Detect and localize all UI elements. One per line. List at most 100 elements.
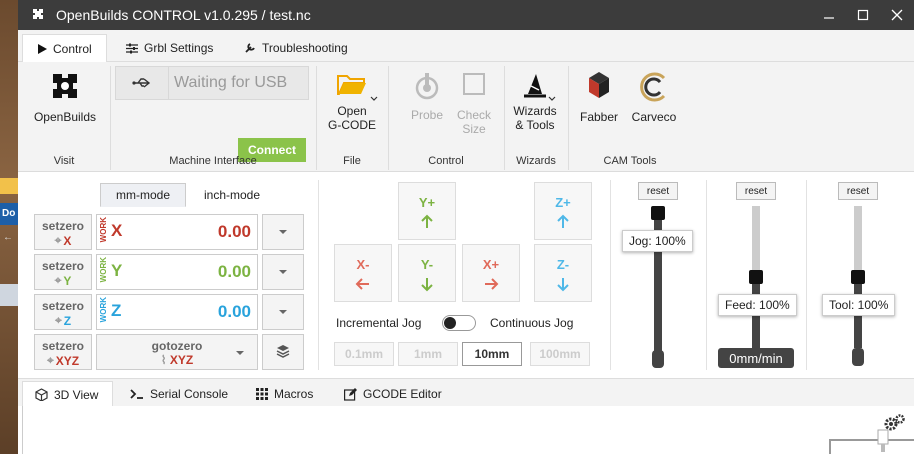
grid-icon xyxy=(256,388,268,400)
feed-rate-readout: 0mm/min xyxy=(718,348,794,368)
jog-x-minus-label: X- xyxy=(356,257,370,272)
carveco-button[interactable]: Carveco xyxy=(626,70,682,124)
tab-mm-mode[interactable]: mm-mode xyxy=(100,183,186,207)
jog-z-minus-label: Z- xyxy=(556,257,570,272)
jog-x-plus-button[interactable]: X+ xyxy=(462,244,520,302)
tab-inch-mode[interactable]: inch-mode xyxy=(190,183,274,207)
control-panel: mm-mode inch-mode setzero ⌖ X WORK X 0.00… xyxy=(18,172,914,378)
jog-y-plus-label: Y+ xyxy=(418,195,436,210)
tab-gcode-editor-label: GCODE Editor xyxy=(363,387,442,401)
openbuilds-logo-icon xyxy=(33,9,43,19)
ribbon-tab-bar: Control Grbl Settings Troubleshooting xyxy=(18,30,914,62)
x-options-dropdown[interactable] xyxy=(262,214,304,250)
slider-thumb[interactable] xyxy=(651,206,665,220)
app-window: OpenBuilds CONTROL v1.0.295 / test.nc Co… xyxy=(18,0,914,454)
panel-divider xyxy=(706,180,707,370)
jog-z-minus-button[interactable]: Z- xyxy=(534,244,592,302)
tab-macros[interactable]: Macros xyxy=(256,381,313,407)
edit-icon xyxy=(344,387,357,401)
wizard-hat-icon xyxy=(524,74,546,98)
step-0-1mm-button[interactable]: 0.1mm xyxy=(334,342,394,366)
wrench-icon xyxy=(245,43,255,53)
jog-z-plus-button[interactable]: Z+ xyxy=(534,182,592,240)
fabber-button[interactable]: Fabber xyxy=(576,70,622,124)
chart-line-icon: ⌇ xyxy=(160,353,167,367)
dro-value: 0.00 xyxy=(217,262,251,281)
minimize-button[interactable] xyxy=(812,0,846,30)
usb-status-select[interactable]: Waiting for USB xyxy=(169,66,309,100)
step-1mm-button[interactable]: 1mm xyxy=(398,342,458,366)
maximize-button[interactable] xyxy=(846,0,880,30)
setzero-xyz-button[interactable]: setzero ⌖ XYZ xyxy=(34,334,92,370)
wizards-label-line1: Wizards xyxy=(513,104,557,118)
title-bar: OpenBuilds CONTROL v1.0.295 / test.nc xyxy=(18,0,914,30)
tab-serial-console[interactable]: Serial Console xyxy=(130,381,228,407)
setzero-z-button[interactable]: setzero ⌖ Z xyxy=(34,294,92,330)
tool-reset-button[interactable]: reset xyxy=(838,182,878,200)
z-options-dropdown[interactable] xyxy=(262,294,304,330)
jog-y-minus-button[interactable]: Y- xyxy=(398,244,456,302)
setzero-y-button[interactable]: setzero ⌖ Y xyxy=(34,254,92,290)
desktop-item[interactable]: Do xyxy=(0,203,18,225)
tab-3d-view[interactable]: 3D View xyxy=(22,381,114,407)
jog-y-plus-button[interactable]: Y+ xyxy=(398,182,456,240)
usb-port-selector[interactable]: Waiting for USB xyxy=(115,66,309,100)
openbuilds-button[interactable]: OpenBuilds xyxy=(28,70,102,124)
usb-icon-box xyxy=(115,66,169,100)
dro-axis-label: X xyxy=(111,221,123,240)
step-100mm-button[interactable]: 100mm xyxy=(530,342,590,366)
dro-value: 0.00 xyxy=(217,222,251,241)
fabber-label: Fabber xyxy=(579,110,619,124)
tool-override-slider[interactable]: reset Tool: 100% xyxy=(810,172,910,378)
gotozero-xyz-label: XYZ xyxy=(169,353,194,367)
probe-icon xyxy=(415,73,439,100)
caret-down-icon xyxy=(279,230,287,234)
tab-troubleshooting[interactable]: Troubleshooting xyxy=(244,34,348,62)
jog-y-minus-label: Y- xyxy=(420,257,434,272)
machine-preview-icon xyxy=(829,429,914,454)
desktop-folder-icon[interactable] xyxy=(0,178,18,194)
work-label: WORK xyxy=(99,257,108,283)
continuous-jog-label: Continuous Jog xyxy=(490,316,574,330)
tab-control[interactable]: Control xyxy=(22,34,107,62)
3d-viewer[interactable] xyxy=(22,406,914,454)
check-size-button[interactable]: Check Size xyxy=(452,72,496,136)
dro-value: 0.00 xyxy=(217,302,251,321)
jog-mode-toggle[interactable] xyxy=(442,315,476,331)
tab-gcode-editor[interactable]: GCODE Editor xyxy=(344,381,442,407)
probe-button[interactable]: Probe xyxy=(402,72,452,122)
step-10mm-button[interactable]: 10mm xyxy=(462,342,522,366)
open-gcode-button[interactable]: Open G-CODE xyxy=(320,72,384,132)
feed-override-slider[interactable]: reset Feed: 100% 0mm/min xyxy=(710,172,800,378)
gotozero-button[interactable]: gotozero ⌇ XYZ xyxy=(96,334,258,370)
y-options-dropdown[interactable] xyxy=(262,254,304,290)
desktop-item-label: Do xyxy=(2,208,16,219)
check-size-icon xyxy=(463,73,485,95)
slider-track-upper xyxy=(752,206,760,272)
tab-grbl-settings-label: Grbl Settings xyxy=(144,41,214,55)
wizards-tools-button[interactable]: Wizards & Tools xyxy=(508,72,562,132)
slider-thumb[interactable] xyxy=(749,270,763,284)
slider-thumb[interactable] xyxy=(851,270,865,284)
cube-icon xyxy=(35,388,48,401)
desktop-back-arrow-icon: ← xyxy=(3,232,13,243)
tab-grbl-settings[interactable]: Grbl Settings xyxy=(126,34,213,62)
openbuilds-logo-icon xyxy=(53,74,77,98)
openbuilds-button-label: OpenBuilds xyxy=(33,110,97,124)
jog-reset-button[interactable]: reset xyxy=(638,182,678,200)
tab-troubleshooting-label: Troubleshooting xyxy=(262,41,348,55)
group-wizards-label: Wizards xyxy=(516,155,556,167)
setzero-xyz-label: XYZ xyxy=(55,353,80,368)
setzero-x-button[interactable]: setzero ⌖ X xyxy=(34,214,92,250)
layers-button[interactable] xyxy=(262,334,304,370)
feed-reset-button[interactable]: reset xyxy=(736,182,776,200)
gotozero-label: gotozero xyxy=(151,339,203,353)
jog-x-minus-button[interactable]: X- xyxy=(334,244,392,302)
jog-override-slider[interactable]: reset Jog: 100% xyxy=(614,172,704,378)
usb-icon xyxy=(132,78,151,88)
carveco-label: Carveco xyxy=(631,110,677,124)
slider-end xyxy=(852,348,864,366)
close-button[interactable] xyxy=(880,0,914,30)
panel-divider xyxy=(806,180,807,370)
tab-3d-view-label: 3D View xyxy=(54,387,99,402)
